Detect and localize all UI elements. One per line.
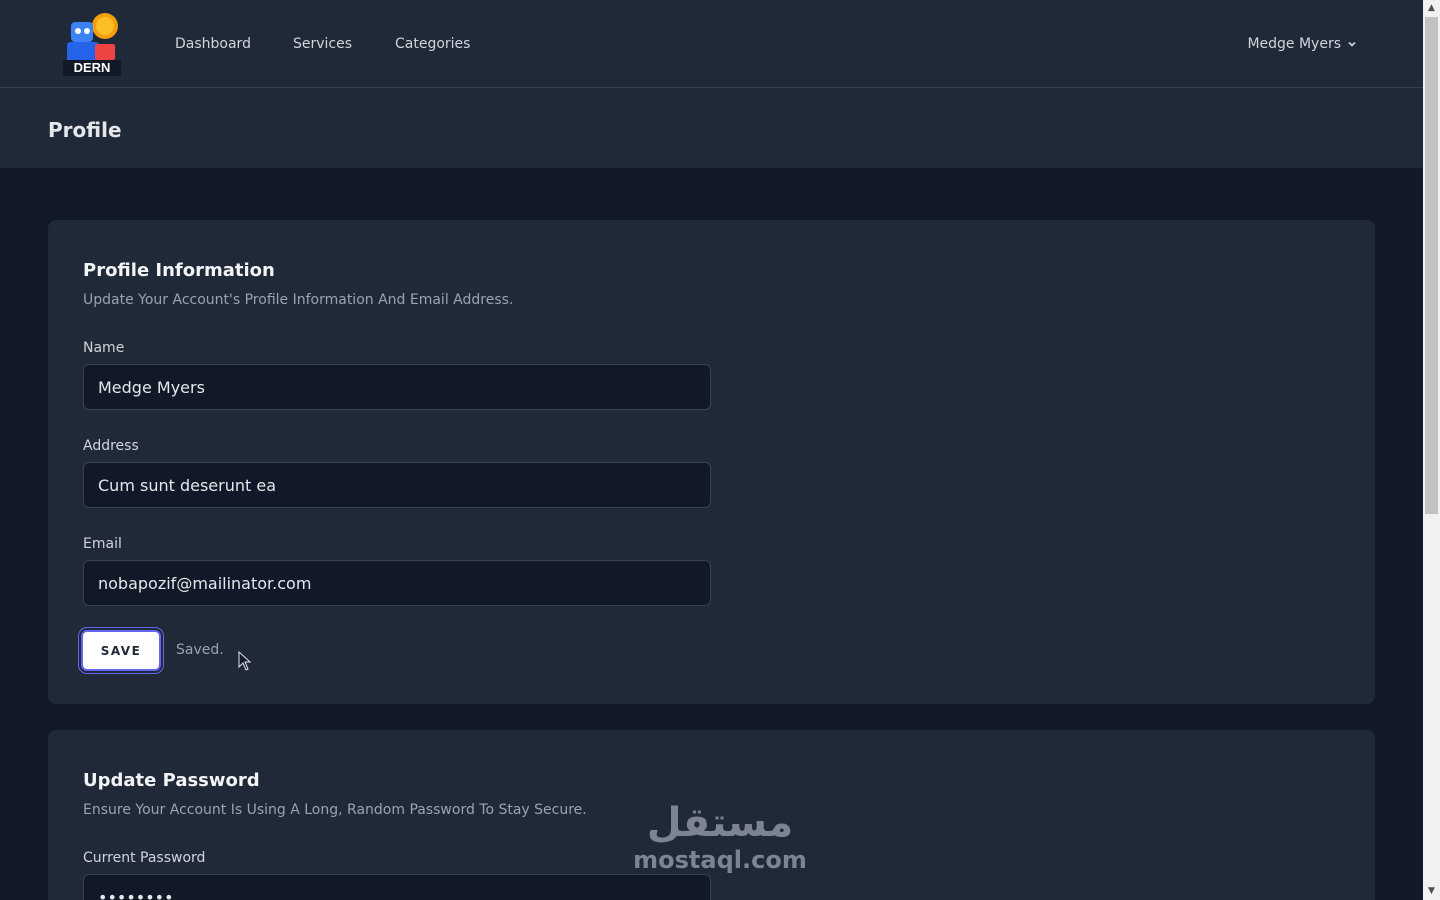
email-label: Email <box>83 536 122 552</box>
scroll-down-arrow-icon[interactable]: ▼ <box>1423 883 1440 900</box>
watermark-latin: mostaql.com <box>633 846 807 874</box>
profile-information-card: Profile Information Update Your Account'… <box>48 220 1375 704</box>
page-header <box>0 88 1423 168</box>
update-password-title: Update Password <box>83 770 260 791</box>
name-label: Name <box>83 340 125 356</box>
user-name: Medge Myers <box>1247 36 1341 52</box>
user-menu-button[interactable]: Medge Myers <box>1247 36 1357 52</box>
dern-logo[interactable]: DERN <box>57 8 127 78</box>
nav-categories[interactable]: Categories <box>395 36 470 52</box>
name-field[interactable] <box>83 364 711 410</box>
profile-info-title: Profile Information <box>83 260 275 281</box>
current-password-field[interactable] <box>83 874 711 900</box>
address-field[interactable] <box>83 462 711 508</box>
nav-dashboard[interactable]: Dashboard <box>175 36 251 52</box>
vertical-scrollbar[interactable]: ▲ ▼ <box>1423 0 1440 900</box>
page-title: Profile <box>48 118 122 142</box>
current-password-label: Current Password <box>83 850 206 866</box>
saved-message: Saved. <box>176 642 224 658</box>
save-button[interactable]: SAVE <box>81 630 161 671</box>
email-field[interactable] <box>83 560 711 606</box>
update-password-description: Ensure Your Account Is Using A Long, Ran… <box>83 802 587 818</box>
nav-services[interactable]: Services <box>293 36 352 52</box>
profile-info-description: Update Your Account's Profile Informatio… <box>83 292 514 308</box>
mostaql-watermark: مستقل mostaql.com <box>630 800 810 884</box>
logo-text: DERN <box>74 60 111 75</box>
mouse-cursor-icon <box>238 651 252 671</box>
top-navigation: DERN Dashboard Services Categories Medge… <box>0 0 1423 88</box>
chevron-down-icon <box>1348 41 1356 47</box>
address-label: Address <box>83 438 139 454</box>
scroll-up-arrow-icon[interactable]: ▲ <box>1423 0 1440 17</box>
scrollbar-thumb[interactable] <box>1425 17 1438 514</box>
watermark-arabic: مستقل <box>646 800 794 846</box>
